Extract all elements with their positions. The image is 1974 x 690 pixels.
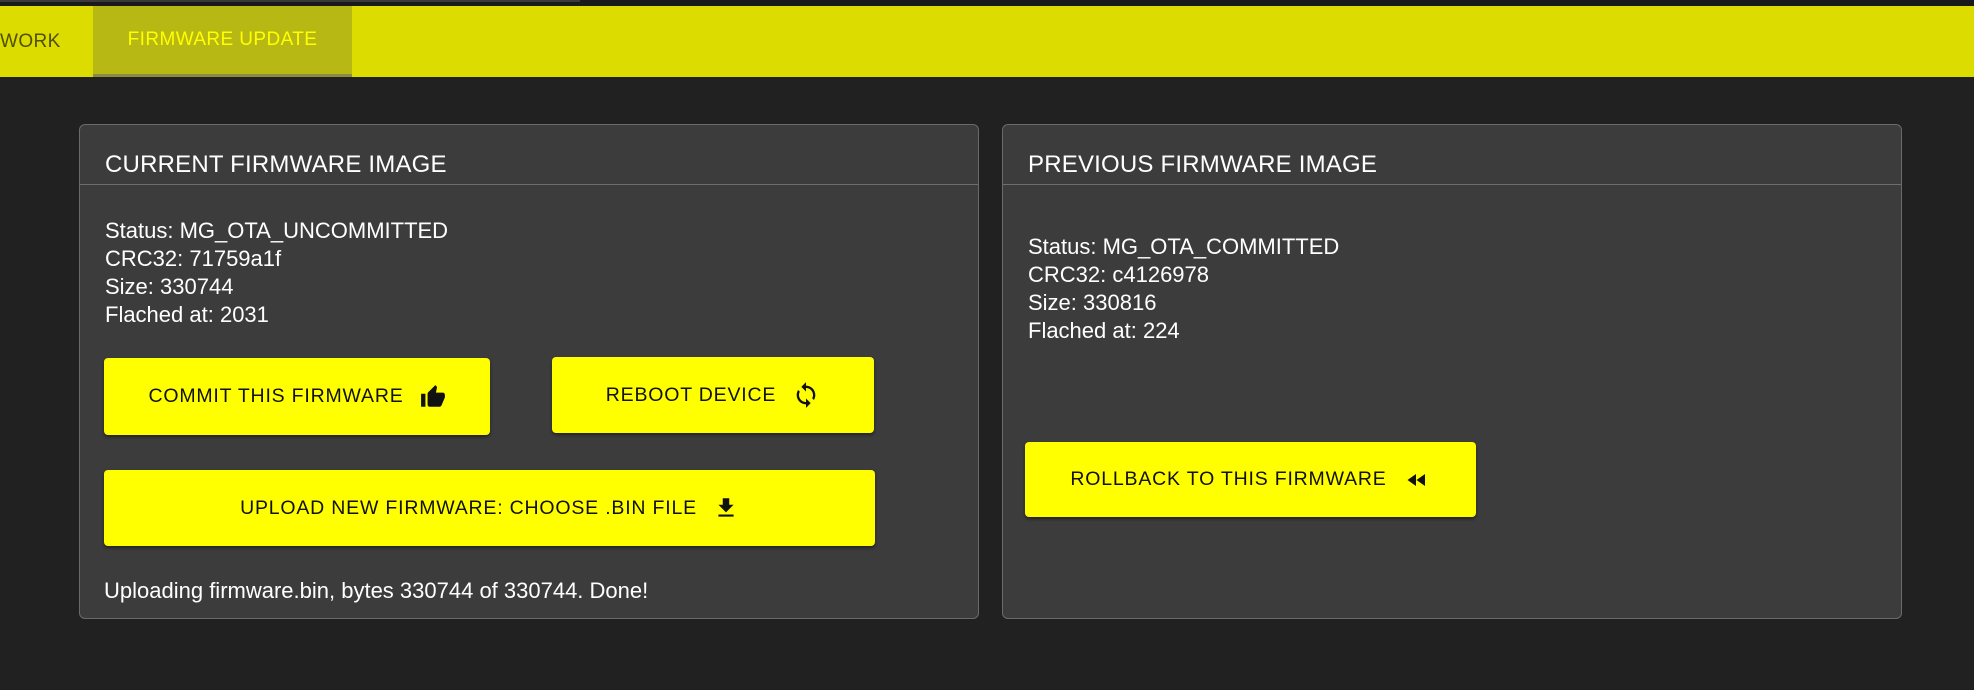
previous-crc32: CRC32: c4126978 xyxy=(1028,262,1210,287)
upload-firmware-button[interactable]: UPLOAD NEW FIRMWARE: CHOOSE .BIN FILE xyxy=(104,470,875,546)
top-strip-mark xyxy=(0,0,580,2)
tab-firmware-update[interactable]: FIRMWARE UPDATE xyxy=(93,6,352,77)
download-icon xyxy=(718,498,734,517)
commit-firmware-button[interactable]: COMMIT THIS FIRMWARE xyxy=(104,358,490,435)
upload-firmware-label: UPLOAD NEW FIRMWARE: CHOOSE .BIN FILE xyxy=(240,496,697,519)
current-firmware-info: Status: MG_OTA_UNCOMMITTED CRC32: 71759a… xyxy=(105,217,448,329)
upload-status-text: Uploading firmware.bin, bytes 330744 of … xyxy=(104,578,649,603)
tab-network[interactable]: WORK xyxy=(0,6,93,77)
previous-status: Status: MG_OTA_COMMITTED xyxy=(1028,234,1340,259)
rollback-firmware-label: ROLLBACK TO THIS FIRMWARE xyxy=(1070,468,1387,490)
tab-bar: WORK FIRMWARE UPDATE xyxy=(0,6,1974,77)
reboot-device-label: REBOOT DEVICE xyxy=(605,383,777,406)
reboot-device-button[interactable]: REBOOT DEVICE xyxy=(552,357,874,433)
previous-size: Size: 330816 xyxy=(1028,290,1157,315)
previous-firmware-title: PREVIOUS FIRMWARE IMAGE xyxy=(1028,151,1378,178)
current-crc32: CRC32: 71759a1f xyxy=(105,246,282,271)
rollback-firmware-button[interactable]: ROLLBACK TO THIS FIRMWARE xyxy=(1025,442,1476,517)
previous-firmware-card: PREVIOUS FIRMWARE IMAGE Status: MG_OTA_C… xyxy=(1002,124,1902,619)
card-divider xyxy=(80,184,978,185)
rewind-icon xyxy=(1407,473,1425,486)
current-firmware-card: CURRENT FIRMWARE IMAGE Status: MG_OTA_UN… xyxy=(79,124,979,619)
current-firmware-title: CURRENT FIRMWARE IMAGE xyxy=(105,151,447,178)
commit-firmware-label: COMMIT THIS FIRMWARE xyxy=(148,385,404,407)
tab-network-label: WORK xyxy=(0,30,61,52)
current-status: Status: MG_OTA_UNCOMMITTED xyxy=(105,218,449,243)
current-flashed-at: Flached at: 2031 xyxy=(105,302,269,327)
previous-firmware-info: Status: MG_OTA_COMMITTED CRC32: c4126978… xyxy=(1028,233,1339,345)
card-divider xyxy=(1003,184,1901,185)
refresh-icon xyxy=(796,382,816,408)
current-size: Size: 330744 xyxy=(105,274,234,299)
tab-firmware-update-label: FIRMWARE UPDATE xyxy=(127,29,318,50)
thumbs-up-icon xyxy=(420,384,445,407)
previous-flashed-at: Flached at: 224 xyxy=(1028,318,1180,343)
